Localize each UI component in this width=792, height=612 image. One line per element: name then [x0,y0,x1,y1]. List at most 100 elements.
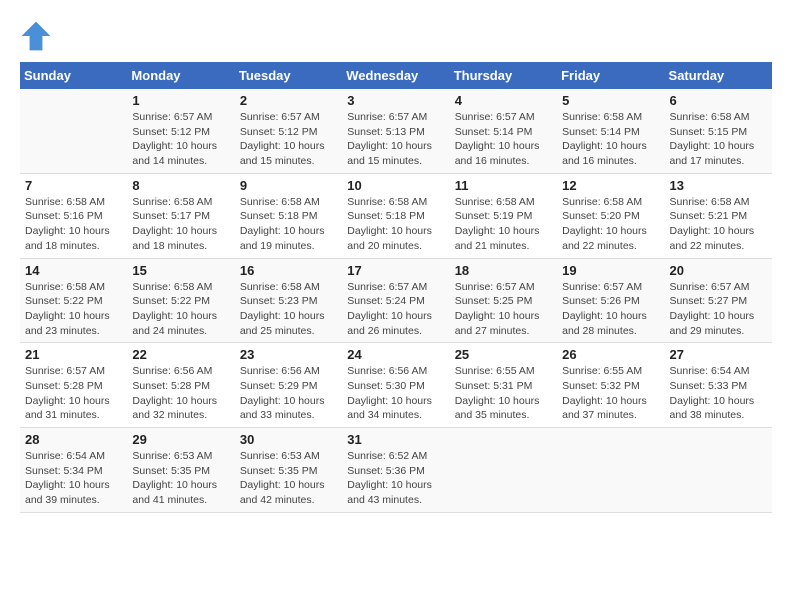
day-info: Sunrise: 6:56 AMSunset: 5:29 PMDaylight:… [240,364,337,423]
calendar-cell: 22 Sunrise: 6:56 AMSunset: 5:28 PMDayligh… [127,343,234,428]
day-number: 4 [455,93,552,108]
day-number: 28 [25,432,122,447]
day-number: 18 [455,263,552,278]
day-info: Sunrise: 6:54 AMSunset: 5:34 PMDaylight:… [25,449,122,508]
week-row-2: 7 Sunrise: 6:58 AMSunset: 5:16 PMDaylight… [20,173,772,258]
calendar-cell: 19 Sunrise: 6:57 AMSunset: 5:26 PMDayligh… [557,258,664,343]
calendar-cell: 7 Sunrise: 6:58 AMSunset: 5:16 PMDaylight… [20,173,127,258]
day-number: 29 [132,432,229,447]
header-thursday: Thursday [450,62,557,89]
calendar-cell: 26Sunrise: 6:55 AMSunset: 5:32 PMDayligh… [557,343,664,428]
logo [20,20,56,52]
day-number: 31 [347,432,444,447]
calendar-cell: 16Sunrise: 6:58 AMSunset: 5:23 PMDayligh… [235,258,342,343]
day-number: 23 [240,347,337,362]
calendar-cell: 12 Sunrise: 6:58 AMSunset: 5:20 PMDayligh… [557,173,664,258]
calendar-cell: 9 Sunrise: 6:58 AMSunset: 5:18 PMDaylight… [235,173,342,258]
day-info: Sunrise: 6:53 AMSunset: 5:35 PMDaylight:… [240,449,337,508]
header-saturday: Saturday [665,62,772,89]
day-number: 17 [347,263,444,278]
calendar-cell: 29 Sunrise: 6:53 AMSunset: 5:35 PMDayligh… [127,428,234,513]
day-info: Sunrise: 6:55 AMSunset: 5:32 PMDaylight:… [562,364,659,423]
day-info: Sunrise: 6:57 AMSunset: 5:24 PMDaylight:… [347,280,444,339]
calendar-cell: 28 Sunrise: 6:54 AMSunset: 5:34 PMDayligh… [20,428,127,513]
day-info: Sunrise: 6:52 AMSunset: 5:36 PMDaylight:… [347,449,444,508]
header-monday: Monday [127,62,234,89]
day-number: 7 [25,178,122,193]
day-number: 11 [455,178,552,193]
header-friday: Friday [557,62,664,89]
day-number: 14 [25,263,122,278]
day-info: Sunrise: 6:57 AMSunset: 5:13 PMDaylight:… [347,110,444,169]
calendar-cell: 27 Sunrise: 6:54 AMSunset: 5:33 PMDayligh… [665,343,772,428]
calendar-cell: 31 Sunrise: 6:52 AMSunset: 5:36 PMDayligh… [342,428,449,513]
calendar-cell: 25 Sunrise: 6:55 AMSunset: 5:31 PMDayligh… [450,343,557,428]
calendar-cell: 1 Sunrise: 6:57 AMSunset: 5:12 PMDaylight… [127,89,234,173]
day-info: Sunrise: 6:58 AMSunset: 5:17 PMDaylight:… [132,195,229,254]
header-wednesday: Wednesday [342,62,449,89]
calendar-cell [665,428,772,513]
calendar-cell [450,428,557,513]
day-number: 24 [347,347,444,362]
day-number: 8 [132,178,229,193]
day-number: 10 [347,178,444,193]
day-info: Sunrise: 6:54 AMSunset: 5:33 PMDaylight:… [670,364,767,423]
day-info: Sunrise: 6:53 AMSunset: 5:35 PMDaylight:… [132,449,229,508]
day-info: Sunrise: 6:58 AMSunset: 5:19 PMDaylight:… [455,195,552,254]
day-info: Sunrise: 6:57 AMSunset: 5:28 PMDaylight:… [25,364,122,423]
day-info: Sunrise: 6:58 AMSunset: 5:15 PMDaylight:… [670,110,767,169]
day-number: 27 [670,347,767,362]
logo-icon [20,20,52,52]
day-number: 16 [240,263,337,278]
day-info: Sunrise: 6:58 AMSunset: 5:22 PMDaylight:… [25,280,122,339]
calendar-cell [557,428,664,513]
day-info: Sunrise: 6:58 AMSunset: 5:18 PMDaylight:… [240,195,337,254]
calendar-cell: 2Sunrise: 6:57 AMSunset: 5:12 PMDaylight… [235,89,342,173]
day-number: 5 [562,93,659,108]
day-info: Sunrise: 6:58 AMSunset: 5:18 PMDaylight:… [347,195,444,254]
day-info: Sunrise: 6:57 AMSunset: 5:26 PMDaylight:… [562,280,659,339]
day-info: Sunrise: 6:58 AMSunset: 5:16 PMDaylight:… [25,195,122,254]
day-info: Sunrise: 6:56 AMSunset: 5:30 PMDaylight:… [347,364,444,423]
calendar-cell: 30 Sunrise: 6:53 AMSunset: 5:35 PMDayligh… [235,428,342,513]
day-number: 1 [132,93,229,108]
day-info: Sunrise: 6:57 AMSunset: 5:27 PMDaylight:… [670,280,767,339]
day-info: Sunrise: 6:55 AMSunset: 5:31 PMDaylight:… [455,364,552,423]
calendar-cell: 5Sunrise: 6:58 AMSunset: 5:14 PMDaylight… [557,89,664,173]
day-number: 12 [562,178,659,193]
calendar-cell: 18 Sunrise: 6:57 AMSunset: 5:25 PMDayligh… [450,258,557,343]
calendar-cell: 4Sunrise: 6:57 AMSunset: 5:14 PMDaylight… [450,89,557,173]
day-info: Sunrise: 6:57 AMSunset: 5:12 PMDaylight:… [132,110,229,169]
day-info: Sunrise: 6:57 AMSunset: 5:25 PMDaylight:… [455,280,552,339]
day-number: 2 [240,93,337,108]
calendar-cell: 24 Sunrise: 6:56 AMSunset: 5:30 PMDayligh… [342,343,449,428]
day-number: 9 [240,178,337,193]
week-row-5: 28 Sunrise: 6:54 AMSunset: 5:34 PMDayligh… [20,428,772,513]
calendar-cell: 11 Sunrise: 6:58 AMSunset: 5:19 PMDayligh… [450,173,557,258]
day-number: 19 [562,263,659,278]
day-number: 25 [455,347,552,362]
page-header [20,20,772,52]
day-info: Sunrise: 6:56 AMSunset: 5:28 PMDaylight:… [132,364,229,423]
days-header-row: SundayMondayTuesdayWednesdayThursdayFrid… [20,62,772,89]
calendar-cell: 10 Sunrise: 6:58 AMSunset: 5:18 PMDayligh… [342,173,449,258]
day-info: Sunrise: 6:58 AMSunset: 5:21 PMDaylight:… [670,195,767,254]
calendar-cell: 23 Sunrise: 6:56 AMSunset: 5:29 PMDayligh… [235,343,342,428]
day-number: 13 [670,178,767,193]
day-number: 3 [347,93,444,108]
calendar-cell: 3 Sunrise: 6:57 AMSunset: 5:13 PMDaylight… [342,89,449,173]
day-number: 22 [132,347,229,362]
day-number: 20 [670,263,767,278]
day-number: 30 [240,432,337,447]
week-row-4: 21Sunrise: 6:57 AMSunset: 5:28 PMDayligh… [20,343,772,428]
day-info: Sunrise: 6:58 AMSunset: 5:20 PMDaylight:… [562,195,659,254]
day-number: 6 [670,93,767,108]
calendar-cell: 13 Sunrise: 6:58 AMSunset: 5:21 PMDayligh… [665,173,772,258]
header-sunday: Sunday [20,62,127,89]
week-row-3: 14 Sunrise: 6:58 AMSunset: 5:22 PMDayligh… [20,258,772,343]
calendar-cell: 8 Sunrise: 6:58 AMSunset: 5:17 PMDaylight… [127,173,234,258]
calendar-cell: 15Sunrise: 6:58 AMSunset: 5:22 PMDayligh… [127,258,234,343]
header-tuesday: Tuesday [235,62,342,89]
calendar-cell: 21Sunrise: 6:57 AMSunset: 5:28 PMDayligh… [20,343,127,428]
day-number: 15 [132,263,229,278]
